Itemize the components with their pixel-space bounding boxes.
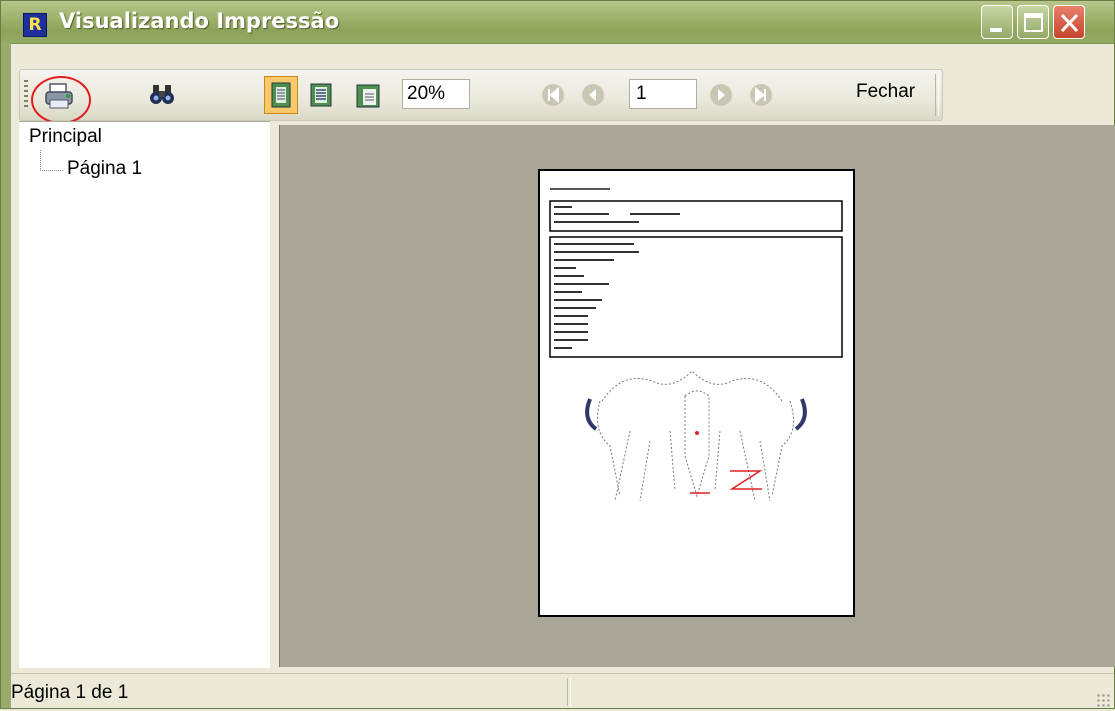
binoculars-icon	[150, 85, 174, 104]
print-button[interactable]	[44, 82, 74, 116]
maximize-icon	[1024, 13, 1043, 32]
previous-page-button[interactable]	[580, 82, 606, 114]
preview-page	[538, 169, 855, 617]
close-window-button[interactable]	[1053, 5, 1085, 39]
toolbar: Fechar	[19, 69, 943, 124]
page-width-icon	[356, 84, 380, 108]
multi-page-view-button[interactable]	[308, 81, 336, 115]
window-title: Visualizando Impressão	[59, 9, 340, 33]
zoom-input[interactable]	[402, 79, 470, 109]
preview-area[interactable]	[279, 125, 1115, 667]
next-page-button[interactable]	[708, 82, 734, 114]
last-page-icon	[750, 84, 772, 106]
close-icon	[1060, 13, 1079, 33]
tree-connector	[40, 150, 63, 171]
tree-item-principal[interactable]: Principal	[29, 126, 102, 148]
status-separator	[567, 678, 571, 706]
last-page-button[interactable]	[748, 82, 774, 114]
window-border	[1, 43, 11, 708]
single-page-icon	[271, 82, 291, 108]
next-page-icon	[710, 84, 732, 106]
title-bar[interactable]: R Visualizando Impressão	[1, 1, 1114, 44]
previous-page-icon	[582, 84, 604, 106]
print-preview-window: R Visualizando Impressão 20% 1 Fechar Pr…	[0, 0, 1115, 709]
page-thumbnail-content	[549, 188, 843, 502]
minimize-icon	[990, 28, 1002, 32]
multi-page-icon	[310, 83, 332, 107]
toolbar-separator	[935, 74, 939, 116]
one-page-view-button[interactable]	[264, 76, 298, 114]
toolbar-grip[interactable]	[24, 80, 28, 110]
minimize-button[interactable]	[981, 5, 1013, 39]
status-bar: Página 1 de 1	[11, 673, 1114, 711]
first-page-button[interactable]	[540, 82, 566, 114]
status-page-info: Página 1 de 1	[11, 682, 129, 703]
first-page-icon	[542, 84, 564, 106]
close-preview-button[interactable]: Fechar	[856, 81, 915, 103]
resize-grip[interactable]	[1096, 693, 1110, 707]
page-tree-panel: Principal Página 1	[19, 121, 270, 668]
page-width-button[interactable]	[354, 82, 382, 116]
app-logo-icon: R	[23, 13, 47, 37]
page-number-input[interactable]	[629, 79, 697, 109]
find-button[interactable]	[150, 82, 176, 114]
maximize-button[interactable]	[1017, 5, 1049, 39]
tree-item-page-1[interactable]: Página 1	[67, 158, 142, 180]
printer-icon	[45, 83, 73, 109]
